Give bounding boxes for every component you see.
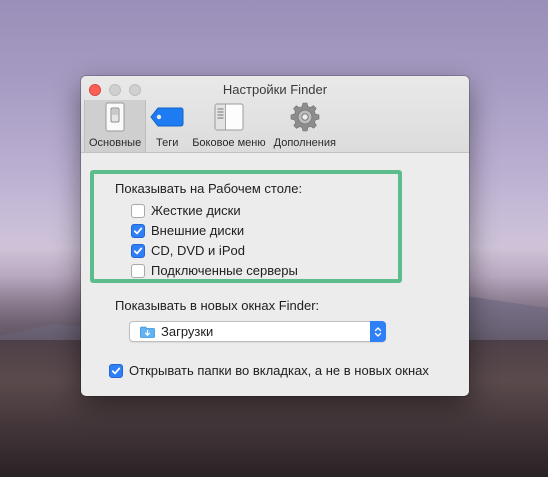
chevron-updown-icon <box>374 326 382 337</box>
new-window-folder-value: Загрузки <box>161 324 214 339</box>
checkbox-open-in-tabs[interactable]: Открывать папки во вкладках, а не в новы… <box>109 363 429 378</box>
tab-sidebar-label: Боковое меню <box>192 137 266 149</box>
checkbox-external-disks-box[interactable] <box>131 223 145 238</box>
checkmark-icon <box>111 367 121 374</box>
tab-advanced-label: Дополнения <box>273 137 336 149</box>
checkbox-hard-disks-box[interactable] <box>131 203 145 218</box>
checkbox-connected-servers-box[interactable] <box>131 263 145 278</box>
checkbox-connected-servers[interactable]: Подключенные серверы <box>131 263 298 278</box>
finder-preferences-window: Настройки Finder Основные Теги Боковое м… <box>81 76 469 396</box>
desktop-section-heading: Показывать на Рабочем столе: <box>115 181 303 196</box>
tab-sidebar[interactable]: Боковое меню <box>188 100 269 152</box>
checkbox-hard-disks[interactable]: Жесткие диски <box>131 203 241 218</box>
tab-general-label: Основные <box>89 137 142 149</box>
checkmark-icon <box>133 247 143 254</box>
downloads-folder-icon <box>140 326 155 338</box>
checkbox-external-disks-label: Внешние диски <box>151 223 245 238</box>
general-pane: Показывать на Рабочем столе: Жесткие дис… <box>81 153 469 396</box>
tag-icon <box>150 101 184 133</box>
checkbox-connected-servers-label: Подключенные серверы <box>151 263 298 278</box>
checkbox-cd-dvd-ipod-box[interactable] <box>131 243 145 258</box>
checkbox-open-in-tabs-label: Открывать папки во вкладках, а не в новы… <box>129 363 429 378</box>
tab-tags[interactable]: Теги <box>146 100 188 152</box>
switch-icon <box>103 101 127 133</box>
tab-tags-label: Теги <box>156 137 179 149</box>
sidebar-icon <box>214 101 244 133</box>
titlebar: Настройки Finder Основные Теги Боковое м… <box>81 76 469 153</box>
checkbox-hard-disks-label: Жесткие диски <box>151 203 241 218</box>
preferences-toolbar: Основные Теги Боковое меню Дополнения <box>84 100 340 152</box>
new-window-folder-select[interactable]: Загрузки <box>129 321 386 342</box>
checkbox-cd-dvd-ipod-label: CD, DVD и iPod <box>151 243 245 258</box>
checkbox-open-in-tabs-box[interactable] <box>109 363 123 378</box>
checkbox-cd-dvd-ipod[interactable]: CD, DVD и iPod <box>131 243 245 258</box>
new-window-heading: Показывать в новых окнах Finder: <box>115 298 320 313</box>
select-stepper[interactable] <box>370 321 386 342</box>
tab-advanced[interactable]: Дополнения <box>270 100 340 152</box>
checkmark-icon <box>133 227 143 234</box>
gear-icon <box>290 101 320 133</box>
checkbox-external-disks[interactable]: Внешние диски <box>131 223 244 238</box>
window-title: Настройки Finder <box>222 82 328 97</box>
tab-general[interactable]: Основные <box>84 100 147 152</box>
